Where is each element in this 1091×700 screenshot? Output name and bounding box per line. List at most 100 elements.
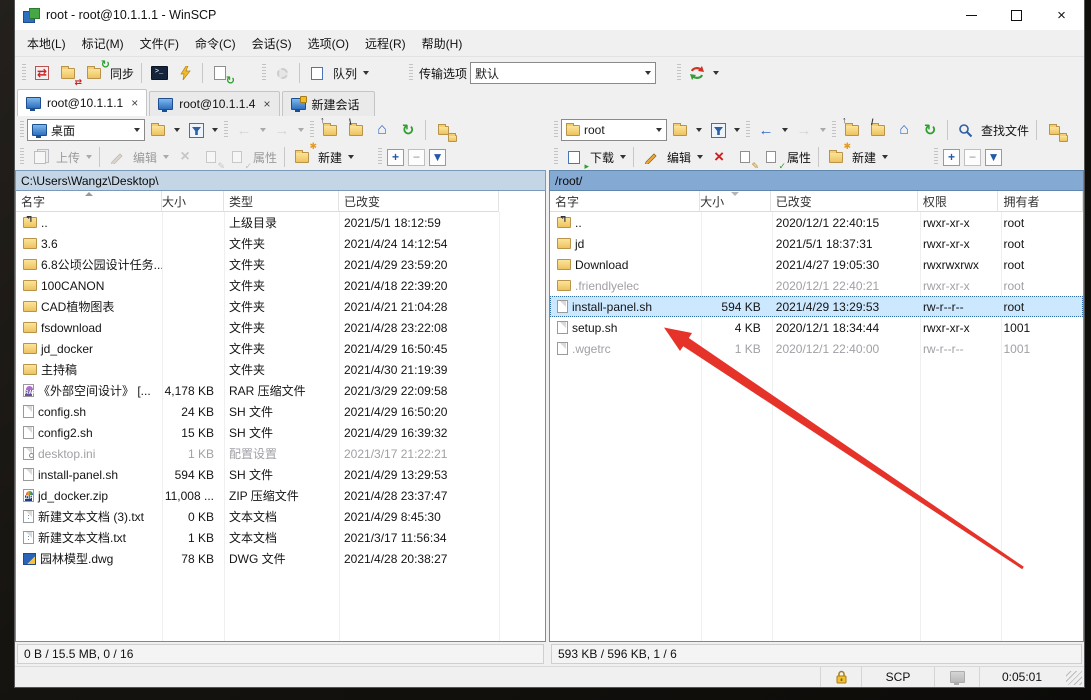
local-back-button[interactable]: ← (232, 118, 256, 142)
toolbar-grip[interactable] (224, 121, 228, 139)
toolbar-grip[interactable] (22, 64, 26, 82)
remote-copy-path-button[interactable] (1042, 118, 1066, 142)
local-select-add-button[interactable]: + (387, 149, 404, 166)
connection-cell[interactable] (935, 667, 980, 687)
file-row[interactable]: config2.sh15 KBSH 文件2021/4/29 16:39:32 (16, 422, 545, 443)
file-row[interactable]: 主持稿文件夹2021/4/30 21:19:39 (16, 359, 545, 380)
tab-----[interactable]: 新建会话 (282, 91, 375, 116)
remote-properties-label[interactable]: 属性 (787, 149, 811, 166)
file-row[interactable]: jd_docker文件夹2021/4/29 16:50:45 (16, 338, 545, 359)
remote-path-bar[interactable]: /root/ (549, 170, 1084, 191)
column-header-changed[interactable]: 已改变 (771, 191, 918, 212)
upload-label[interactable]: 上传 (56, 149, 80, 166)
file-row[interactable]: 《外部空间设计》 [...4,178 KBRAR 压缩文件2021/3/29 2… (16, 380, 545, 401)
file-row[interactable]: CAD植物图表文件夹2021/4/21 21:04:28 (16, 296, 545, 317)
menu-mark[interactable]: 标记(M) (74, 32, 132, 55)
local-root-directory-button[interactable]: \ (344, 118, 368, 142)
queue-dropdown-caret[interactable] (363, 71, 369, 75)
remote-select-add-button[interactable]: + (943, 149, 960, 166)
toolbar-grip[interactable] (554, 148, 558, 166)
remote-home-directory-button[interactable]: ⌂ (892, 118, 916, 142)
remote-root-directory-button[interactable]: / (866, 118, 890, 142)
upload-button[interactable] (28, 145, 52, 169)
local-edit-caret[interactable] (163, 155, 169, 159)
refresh-panels-button[interactable]: ↻ (208, 61, 232, 85)
synchronize-label[interactable]: 同步 (110, 65, 134, 82)
local-forward-button[interactable]: → (270, 118, 294, 142)
local-filter-button[interactable] (184, 118, 208, 142)
toolbar-grip[interactable] (20, 121, 24, 139)
remote-edit-button[interactable] (639, 145, 663, 169)
file-row[interactable]: 新建文本文档 (3).txt0 KB文本文档2021/4/29 8:45:30 (16, 506, 545, 527)
tab-root@10.1.1.1[interactable]: root@10.1.1.1× (17, 89, 147, 116)
column-header-type[interactable]: 类型 (224, 191, 339, 212)
file-row[interactable]: jd_docker.zip11,008 ...ZIP 压缩文件2021/4/28… (16, 485, 545, 506)
toolbar-grip[interactable] (554, 121, 558, 139)
remote-edit-caret[interactable] (697, 155, 703, 159)
file-row[interactable]: install-panel.sh594 KB2021/4/29 13:29:53… (550, 296, 1083, 317)
remote-select-remove-button[interactable]: − (964, 149, 981, 166)
tab-close-icon[interactable]: × (263, 97, 270, 111)
local-new-caret[interactable] (348, 155, 354, 159)
local-refresh-button[interactable]: ↻ (396, 118, 420, 142)
remote-new-caret[interactable] (882, 155, 888, 159)
menu-options[interactable]: 选项(O) (300, 32, 357, 55)
toolbar-grip[interactable] (20, 148, 24, 166)
local-filter-caret[interactable] (212, 128, 218, 132)
protocol-cell[interactable]: SCP (862, 667, 935, 687)
encryption-cell[interactable] (821, 667, 862, 687)
file-row[interactable]: Download2021/4/27 19:05:30rwxrwxrwxroot (550, 254, 1083, 275)
remote-new-button[interactable]: ✱ (824, 145, 848, 169)
find-files-button[interactable] (953, 118, 977, 142)
toolbar-grip[interactable] (746, 121, 750, 139)
upload-caret[interactable] (86, 155, 92, 159)
tab-root@10.1.1.4[interactable]: root@10.1.1.4× (149, 91, 279, 116)
minimize-button[interactable] (949, 0, 994, 30)
remote-open-directory-caret[interactable] (696, 128, 702, 132)
transfer-settings-caret[interactable] (713, 71, 719, 75)
remote-refresh-button[interactable]: ↻ (918, 118, 942, 142)
local-path-bar[interactable]: C:\Users\Wangz\Desktop\ (15, 170, 546, 191)
menu-session[interactable]: 会话(S) (244, 32, 300, 55)
file-row[interactable]: fsdownload文件夹2021/4/28 23:22:08 (16, 317, 545, 338)
file-row[interactable]: jd2021/5/1 18:37:31rwxr-xr-xroot (550, 233, 1083, 254)
close-button[interactable]: × (1039, 0, 1084, 30)
menu-remote[interactable]: 远程(R) (357, 32, 414, 55)
toolbar-grip[interactable] (409, 64, 413, 82)
local-copy-path-button[interactable] (431, 118, 455, 142)
find-files-label[interactable]: 查找文件 (981, 122, 1029, 139)
toolbar-grip[interactable] (310, 121, 314, 139)
file-row[interactable]: config.sh24 KBSH 文件2021/4/29 16:50:20 (16, 401, 545, 422)
local-new-label[interactable]: 新建 (318, 149, 342, 166)
run-command-button[interactable] (173, 61, 197, 85)
column-header-changed[interactable]: 已改变 (339, 191, 499, 212)
remote-select-invert-button[interactable]: ▼ (985, 149, 1002, 166)
file-row[interactable]: 新建文本文档.txt1 KB文本文档2021/3/17 11:56:34 (16, 527, 545, 548)
local-open-directory-caret[interactable] (174, 128, 180, 132)
file-row[interactable]: 园林模型.dwg78 KBDWG 文件2021/4/28 20:38:27 (16, 548, 545, 569)
toolbar-grip[interactable] (677, 64, 681, 82)
file-row[interactable]: ..上级目录2021/5/1 18:12:59 (16, 212, 545, 233)
synchronize-button[interactable]: ↻ (82, 61, 106, 85)
column-header-rights[interactable]: 权限 (918, 191, 999, 212)
remote-open-directory-button[interactable] (668, 118, 692, 142)
local-edit-button[interactable] (105, 145, 129, 169)
local-rename-button[interactable]: ✎ (199, 145, 223, 169)
menu-local[interactable]: 本地(L) (19, 32, 74, 55)
remote-filter-button[interactable] (706, 118, 730, 142)
download-caret[interactable] (620, 155, 626, 159)
local-select-invert-button[interactable]: ▼ (429, 149, 446, 166)
preferences-button[interactable] (270, 61, 294, 85)
file-row[interactable]: 100CANON文件夹2021/4/18 22:39:20 (16, 275, 545, 296)
column-header-size[interactable]: 大小 (162, 191, 224, 212)
queue-button[interactable] (305, 61, 329, 85)
column-header-owner[interactable]: 拥有者 (998, 191, 1083, 212)
local-home-directory-button[interactable]: ⌂ (370, 118, 394, 142)
menu-file[interactable]: 文件(F) (132, 32, 187, 55)
menu-command[interactable]: 命令(C) (187, 32, 244, 55)
toolbar-grip[interactable] (934, 148, 938, 166)
duplicate-session-button[interactable]: ⇄ (56, 61, 80, 85)
queue-label[interactable]: 队列 (333, 65, 357, 82)
remote-rename-button[interactable]: ✎ (733, 145, 757, 169)
remote-back-caret[interactable] (782, 128, 788, 132)
